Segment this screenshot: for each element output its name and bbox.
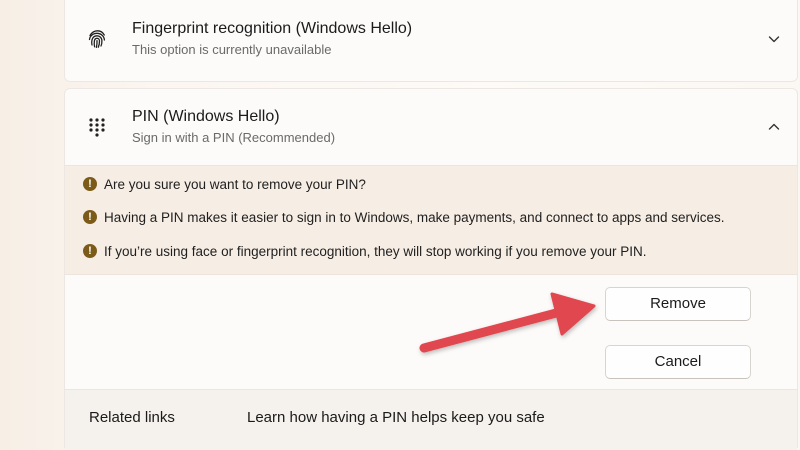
fingerprint-header[interactable]: Fingerprint recognition (Windows Hello) … — [65, 1, 797, 77]
warning-text: Are you sure you want to remove your PIN… — [104, 176, 366, 192]
warning-icon: ! — [83, 210, 97, 224]
warning-item: ! Having a PIN makes it easier to sign i… — [83, 208, 725, 226]
pin-title: PIN (Windows Hello) — [132, 108, 280, 125]
related-links-label: Related links — [89, 409, 175, 426]
related-link-pin-safety[interactable]: Learn how having a PIN helps keep you sa… — [247, 409, 545, 426]
fingerprint-title: Fingerprint recognition (Windows Hello) — [132, 20, 413, 37]
warning-icon: ! — [83, 244, 97, 258]
remove-button[interactable]: Remove — [605, 287, 751, 321]
warning-item: ! If you’re using face or fingerprint re… — [83, 242, 647, 260]
pin-card: PIN (Windows Hello) Sign in with a PIN (… — [64, 88, 798, 450]
warning-item: ! Are you sure you want to remove your P… — [83, 175, 366, 193]
chevron-down-icon[interactable] — [765, 30, 783, 48]
pin-subtitle: Sign in with a PIN (Recommended) — [132, 130, 336, 145]
fingerprint-icon — [85, 27, 109, 51]
warning-icon: ! — [83, 177, 97, 191]
related-links-section: Related links Learn how having a PIN hel… — [65, 389, 797, 450]
warning-text: If you’re using face or fingerprint reco… — [104, 243, 647, 259]
warning-text: Having a PIN makes it easier to sign in … — [104, 209, 725, 225]
pin-header[interactable]: PIN (Windows Hello) Sign in with a PIN (… — [65, 89, 797, 165]
pin-removal-warnings: ! Are you sure you want to remove your P… — [65, 165, 797, 275]
chevron-up-icon[interactable] — [765, 118, 783, 136]
pin-keypad-icon — [85, 115, 109, 139]
cancel-button[interactable]: Cancel — [605, 345, 751, 379]
fingerprint-subtitle: This option is currently unavailable — [132, 42, 332, 57]
fingerprint-card: Fingerprint recognition (Windows Hello) … — [64, 0, 798, 82]
